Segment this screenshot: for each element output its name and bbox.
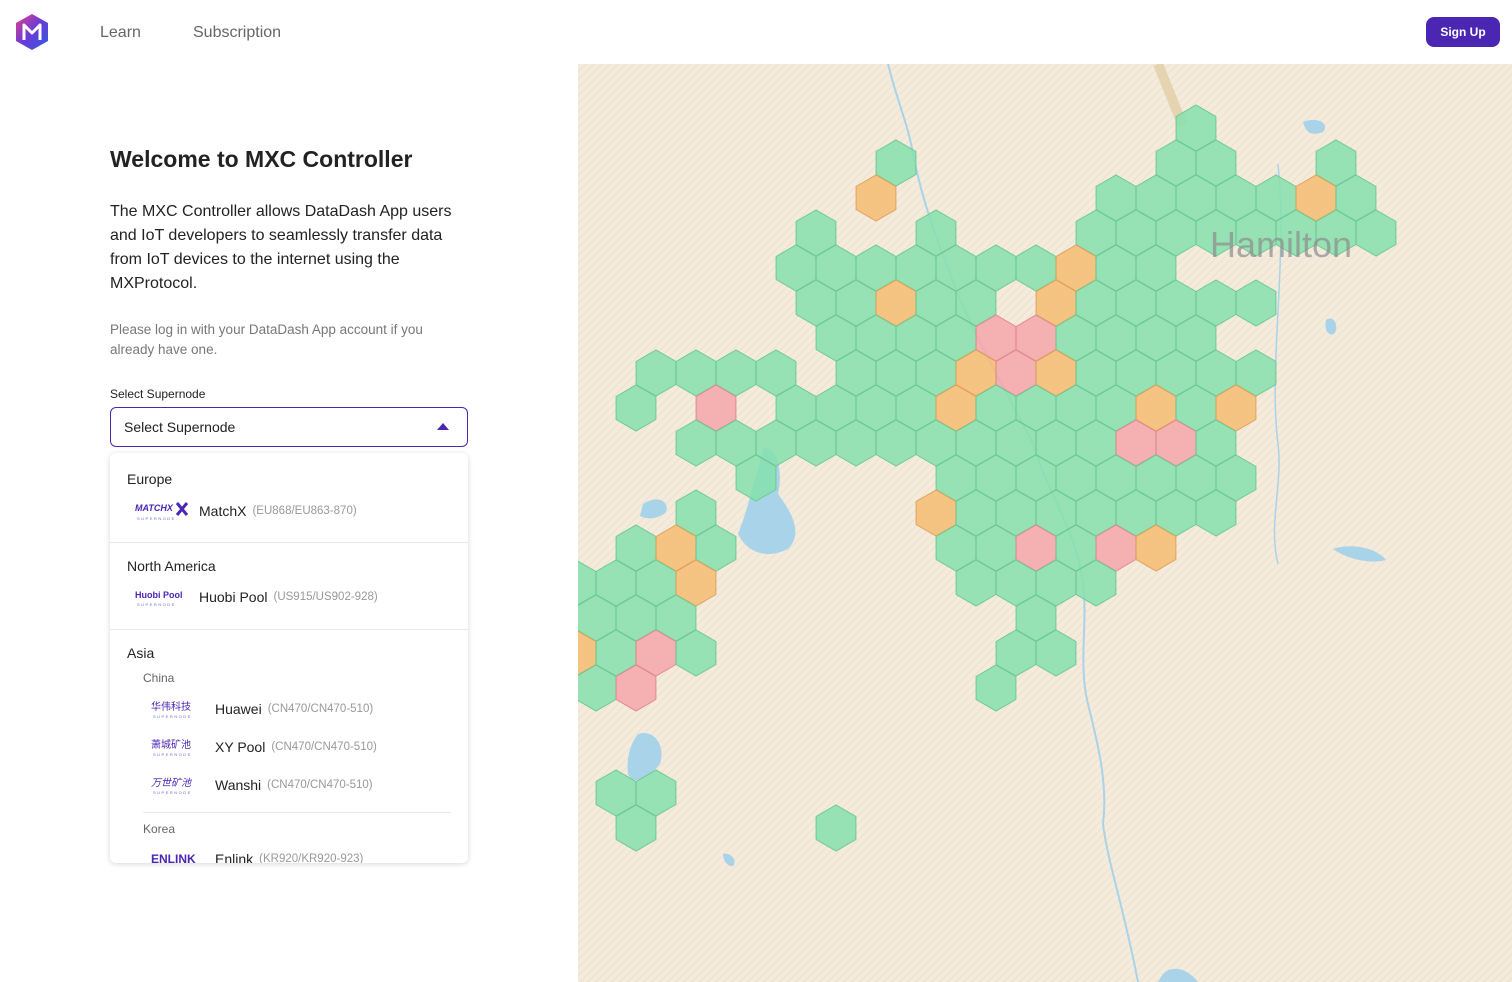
map-place-label: Hamilton bbox=[1210, 224, 1353, 265]
option-frequency: (US915/US902-928) bbox=[273, 591, 378, 603]
option-name: Enlink bbox=[215, 851, 254, 863]
region-europe: Europe bbox=[127, 471, 173, 487]
option-enlink[interactable]: ENLINK Enlink (KR920/KR920-923) bbox=[151, 845, 363, 863]
subregion-korea: Korea bbox=[143, 822, 176, 836]
option-huobi-pool[interactable]: Huobi Pool SUPERNODE Huobi Pool (US915/U… bbox=[135, 583, 378, 611]
option-name: XY Pool bbox=[215, 739, 266, 755]
option-name: Wanshi bbox=[215, 777, 262, 793]
option-wanshi[interactable]: 万世矿池 SUPERNODE Wanshi (CN470/CN470-510) bbox=[151, 771, 373, 799]
huawei-logo-icon: 华伟科技 SUPERNODE bbox=[151, 700, 192, 719]
svg-text:SUPERNODE: SUPERNODE bbox=[153, 790, 192, 795]
mxc-logo[interactable] bbox=[14, 13, 50, 51]
caret-up-icon[interactable] bbox=[437, 423, 449, 430]
option-name: Huawei bbox=[215, 701, 262, 717]
divider bbox=[143, 812, 451, 813]
supernode-select[interactable]: Select Supernode bbox=[110, 407, 468, 447]
divider bbox=[110, 542, 468, 543]
coverage-map[interactable]: Hamilton bbox=[578, 64, 1512, 982]
supernode-dropdown: Europe MATCHX SUPERNODE MatchX (EU868/EU… bbox=[110, 453, 468, 863]
sign-up-button[interactable]: Sign Up bbox=[1426, 17, 1500, 47]
login-hint: Please log in with your DataDash App acc… bbox=[110, 322, 423, 357]
region-north-america: North America bbox=[127, 558, 216, 574]
option-frequency: (CN470/CN470-510) bbox=[271, 741, 377, 753]
svg-text:SUPERNODE: SUPERNODE bbox=[137, 602, 176, 607]
xy-pool-logo-icon: 萧城矿池 SUPERNODE bbox=[151, 738, 192, 757]
nav-learn[interactable]: Learn bbox=[100, 24, 141, 42]
option-matchx[interactable]: MATCHX SUPERNODE MatchX (EU868/EU863-870… bbox=[135, 497, 357, 525]
huobi-pool-logo-icon: Huobi Pool SUPERNODE bbox=[135, 590, 183, 607]
matchx-logo-icon: MATCHX SUPERNODE bbox=[135, 502, 189, 521]
option-name: Huobi Pool bbox=[199, 589, 268, 605]
svg-text:MATCHX: MATCHX bbox=[135, 503, 174, 513]
option-xy-pool[interactable]: 萧城矿池 SUPERNODE XY Pool (CN470/CN470-510) bbox=[151, 733, 377, 761]
wanshi-logo-icon: 万世矿池 SUPERNODE bbox=[151, 777, 192, 795]
option-huawei[interactable]: 华伟科技 SUPERNODE Huawei (CN470/CN470-510) bbox=[151, 695, 373, 723]
page-title: Welcome to MXC Controller bbox=[110, 146, 413, 172]
nav-subscription[interactable]: Subscription bbox=[193, 24, 281, 42]
svg-text:SUPERNODE: SUPERNODE bbox=[153, 752, 192, 757]
top-bar: Learn Subscription Sign Up bbox=[0, 0, 1512, 64]
enlink-logo-icon: ENLINK bbox=[151, 852, 196, 863]
option-name: MatchX bbox=[199, 503, 247, 519]
intro-description: The MXC Controller allows DataDash App u… bbox=[110, 203, 452, 292]
divider bbox=[110, 629, 468, 630]
svg-text:SUPERNODE: SUPERNODE bbox=[153, 714, 192, 719]
option-frequency: (CN470/CN470-510) bbox=[267, 703, 374, 715]
svg-text:万世矿池: 万世矿池 bbox=[151, 777, 192, 789]
svg-text:ENLINK: ENLINK bbox=[151, 852, 196, 863]
option-frequency: (KR920/KR920-923) bbox=[259, 853, 364, 863]
svg-text:华伟科技: 华伟科技 bbox=[151, 700, 191, 713]
supernode-select-value: Select Supernode bbox=[124, 419, 236, 435]
option-frequency: (EU868/EU863-870) bbox=[252, 505, 357, 517]
map-layer bbox=[578, 64, 1512, 982]
svg-text:SUPERNODE: SUPERNODE bbox=[137, 516, 176, 521]
supernode-select-label: Select Supernode bbox=[110, 387, 206, 401]
region-asia: Asia bbox=[127, 645, 155, 661]
option-frequency: (CN470/CN470-510) bbox=[267, 779, 373, 791]
svg-text:Huobi Pool: Huobi Pool bbox=[135, 590, 183, 600]
svg-text:萧城矿池: 萧城矿池 bbox=[151, 738, 191, 751]
subregion-china: China bbox=[143, 671, 175, 685]
